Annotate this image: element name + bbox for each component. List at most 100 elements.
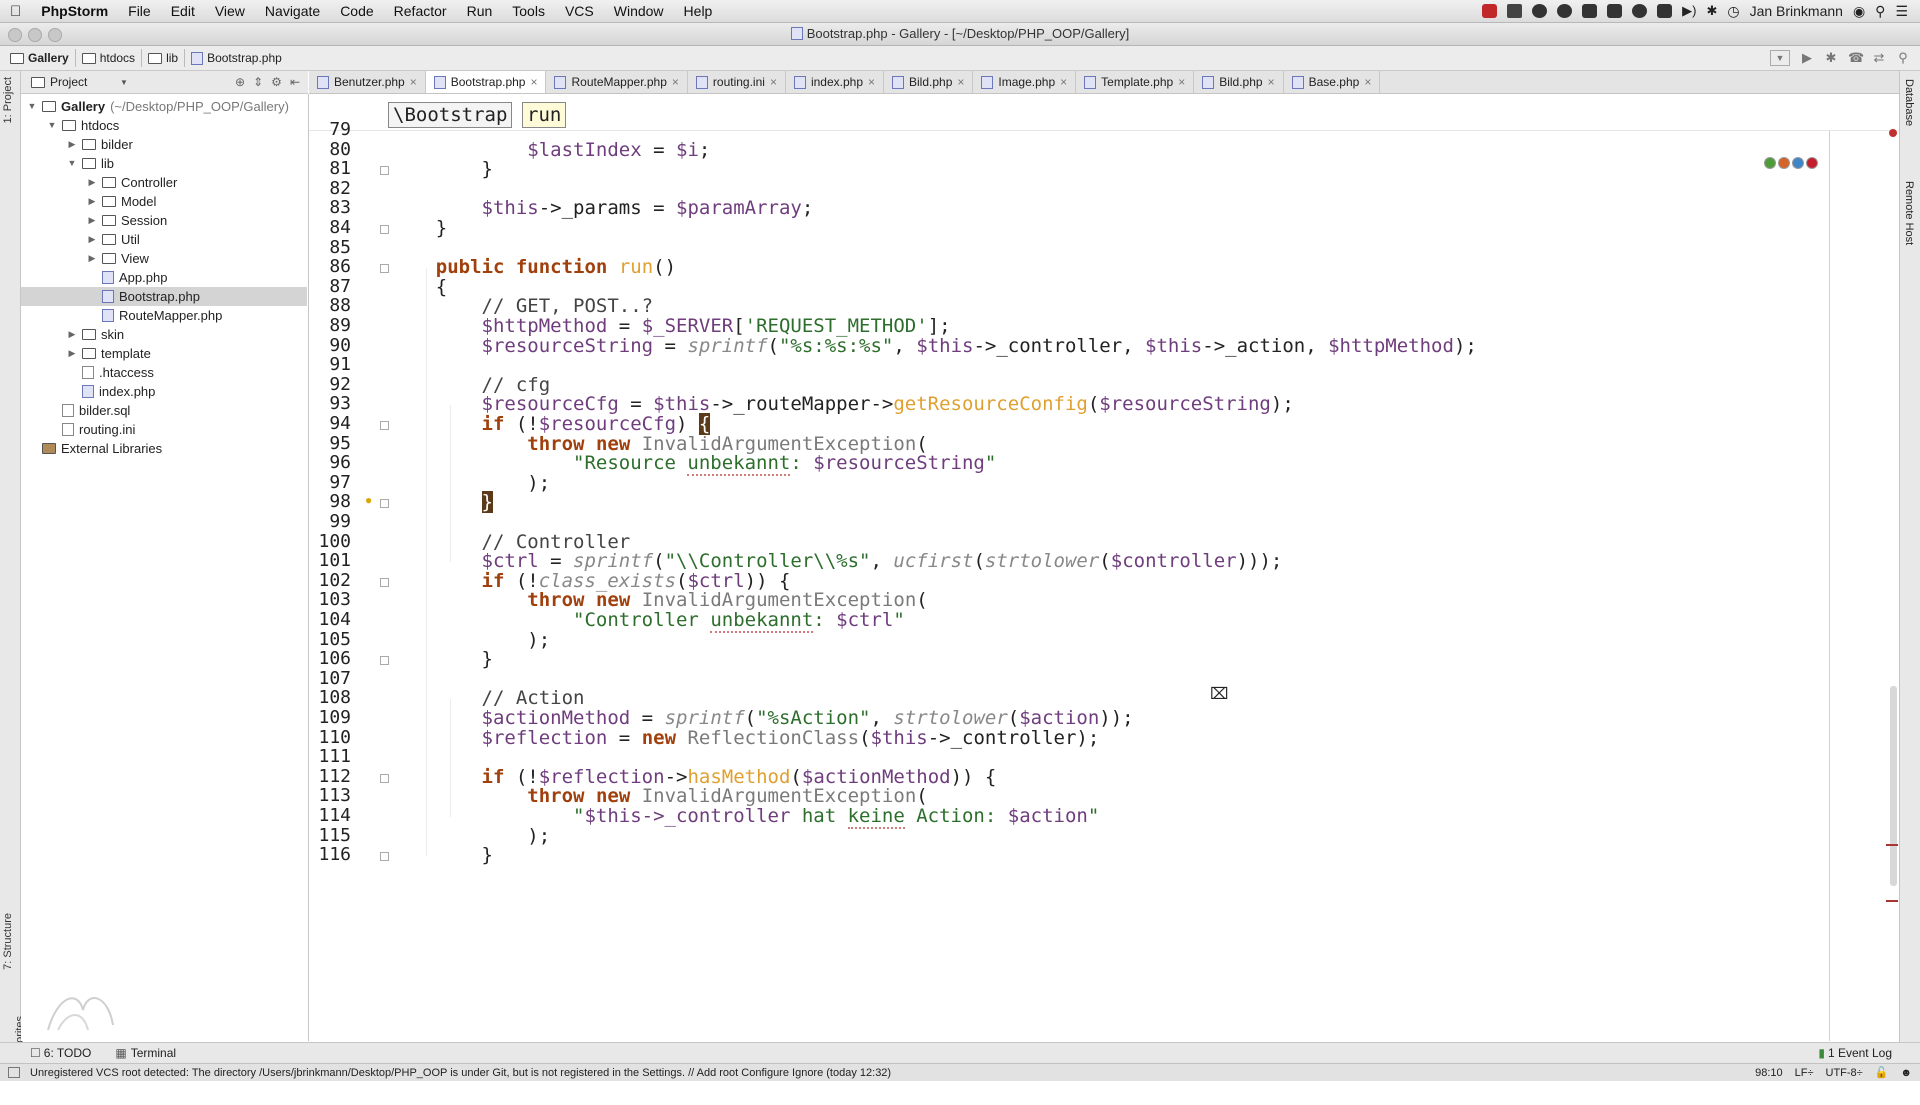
chevron-down-icon[interactable]: ▼: [120, 78, 128, 87]
editor-tab[interactable]: Benutzer.php ×: [309, 71, 426, 93]
menu-view[interactable]: View: [205, 3, 255, 19]
tree-node[interactable]: ▶ Session: [21, 211, 307, 230]
code-line[interactable]: $resourceString = sprintf("%s:%s:%s", $t…: [390, 335, 1477, 357]
tree-node[interactable]: routing.ini: [21, 420, 307, 439]
debug-icon[interactable]: ✱: [1824, 51, 1838, 65]
code-line[interactable]: }: [390, 158, 493, 180]
user-icon[interactable]: ◉: [1853, 3, 1865, 20]
tree-node[interactable]: ▼ Gallery (~/Desktop/PHP_OOP/Gallery): [21, 97, 307, 116]
editor-tab[interactable]: Template.php ×: [1076, 71, 1195, 93]
fold-marker-icon[interactable]: [380, 773, 389, 783]
fold-marker-icon[interactable]: [380, 225, 389, 234]
code-line[interactable]: $this->_params = $paramArray;: [390, 197, 814, 219]
breadcrumb-method[interactable]: run: [522, 102, 567, 128]
lock-icon[interactable]: 🔓: [1875, 1066, 1889, 1079]
fold-marker-icon[interactable]: [380, 421, 389, 430]
code-line[interactable]: }: [390, 491, 493, 514]
editor-tab[interactable]: Bild.php ×: [884, 71, 974, 93]
close-tab-icon[interactable]: ×: [1178, 75, 1185, 89]
code-line[interactable]: }: [390, 844, 493, 866]
close-tab-icon[interactable]: ×: [1268, 75, 1275, 89]
close-window-button[interactable]: [8, 28, 22, 42]
menu-code[interactable]: Code: [330, 3, 383, 19]
run-config-dropdown-icon[interactable]: ▼: [1770, 50, 1790, 66]
tree-node[interactable]: ▶ Controller: [21, 173, 307, 192]
tree-node[interactable]: External Libraries: [21, 439, 307, 458]
code-line[interactable]: }: [390, 648, 493, 670]
opera-icon[interactable]: [1806, 157, 1818, 169]
close-tab-icon[interactable]: ×: [1060, 75, 1067, 89]
tree-node[interactable]: ▶ skin: [21, 325, 307, 344]
tree-node[interactable]: ▼ htdocs: [21, 116, 307, 135]
editor-tab[interactable]: RouteMapper.php ×: [546, 71, 688, 93]
tree-node[interactable]: Bootstrap.php: [21, 287, 307, 306]
zoom-window-button[interactable]: [48, 28, 62, 42]
bluetooth-icon[interactable]: ✱: [1706, 3, 1717, 19]
error-indicator-icon[interactable]: [1889, 129, 1897, 137]
intention-bulb-icon[interactable]: ●: [365, 493, 372, 507]
editor-tab[interactable]: Bootstrap.php ×: [425, 71, 547, 93]
run-icon[interactable]: ▶: [1800, 51, 1814, 65]
volume-icon[interactable]: ▶): [1682, 3, 1696, 19]
tree-node[interactable]: ▶ bilder: [21, 135, 307, 154]
error-stripe-marker[interactable]: [1886, 900, 1898, 902]
project-tool-tab[interactable]: 1: Project: [2, 77, 14, 123]
close-tab-icon[interactable]: ×: [868, 75, 875, 89]
app-icon[interactable]: [1657, 4, 1673, 18]
tree-node[interactable]: ▼ lib: [21, 154, 307, 173]
remote-host-tool-tab[interactable]: Remote Host: [1903, 181, 1915, 245]
tree-node[interactable]: ▶ Model: [21, 192, 307, 211]
nav-crumb-lib[interactable]: lib: [142, 49, 186, 67]
minimize-window-button[interactable]: [28, 28, 42, 42]
code-line[interactable]: }: [390, 217, 447, 239]
nav-crumb-gallery[interactable]: Gallery: [0, 49, 76, 67]
status-message[interactable]: Unregistered VCS root detected: The dire…: [30, 1067, 1430, 1079]
close-tab-icon[interactable]: ×: [957, 75, 964, 89]
breadcrumb-class[interactable]: \Bootstrap: [388, 102, 513, 128]
code-line[interactable]: $reflection = new ReflectionClass($this-…: [390, 727, 1100, 749]
vcs-icon[interactable]: ⇄: [1872, 51, 1886, 65]
event-log-button[interactable]: 1 Event Log: [1828, 1046, 1892, 1060]
tree-node[interactable]: index.php: [21, 382, 307, 401]
tree-node[interactable]: bilder.sql: [21, 401, 307, 420]
menu-run[interactable]: Run: [457, 3, 503, 19]
close-tab-icon[interactable]: ×: [672, 75, 679, 89]
close-tab-icon[interactable]: ×: [410, 75, 417, 89]
tree-node[interactable]: ▶ View: [21, 249, 307, 268]
menu-app-name[interactable]: PhpStorm: [31, 3, 118, 19]
line-separator[interactable]: LF÷: [1795, 1067, 1814, 1079]
nav-crumb-htdocs[interactable]: htdocs: [76, 49, 143, 67]
menu-navigate[interactable]: Navigate: [255, 3, 330, 19]
collapsed-arrow-icon[interactable]: ▶: [87, 173, 97, 192]
inspector-icon[interactable]: ☻: [1900, 1067, 1912, 1079]
record-icon[interactable]: [1482, 4, 1498, 18]
apple-menu-icon[interactable]: : [0, 3, 31, 20]
dropbox-icon[interactable]: [1507, 4, 1523, 18]
project-view-selector[interactable]: Project: [50, 75, 120, 89]
spotlight-search-icon[interactable]: ⚲: [1875, 3, 1885, 20]
collapsed-arrow-icon[interactable]: ▶: [67, 344, 77, 363]
hide-panel-icon[interactable]: ⇤: [290, 75, 300, 89]
menu-vcs[interactable]: VCS: [555, 3, 604, 19]
fold-marker-icon[interactable]: [380, 166, 389, 176]
database-tool-tab[interactable]: Database: [1903, 79, 1915, 126]
scroll-from-source-icon[interactable]: ⊕: [235, 75, 245, 89]
scrollbar-thumb[interactable]: [1890, 686, 1897, 886]
close-tab-icon[interactable]: ×: [770, 75, 777, 89]
tree-node[interactable]: .htaccess: [21, 363, 307, 382]
onepassword-icon[interactable]: [1632, 4, 1648, 18]
file-encoding[interactable]: UTF-8÷: [1826, 1067, 1863, 1079]
editor-tab[interactable]: Base.php ×: [1284, 71, 1381, 93]
editor-scrollbar[interactable]: [1832, 129, 1898, 1041]
status-toggle-icon[interactable]: [8, 1067, 20, 1078]
fold-marker-icon[interactable]: [380, 264, 389, 274]
tree-node[interactable]: RouteMapper.php: [21, 306, 307, 325]
collapse-all-icon[interactable]: ⇕: [253, 75, 263, 89]
collapsed-arrow-icon[interactable]: ▶: [87, 192, 97, 211]
editor-tab[interactable]: index.php ×: [786, 71, 885, 93]
collapsed-arrow-icon[interactable]: ▶: [87, 230, 97, 249]
notification-center-icon[interactable]: ☰: [1895, 3, 1908, 20]
menu-help[interactable]: Help: [674, 3, 723, 19]
collapsed-arrow-icon[interactable]: ▶: [67, 325, 77, 344]
editor-tab[interactable]: Image.php ×: [973, 71, 1077, 93]
